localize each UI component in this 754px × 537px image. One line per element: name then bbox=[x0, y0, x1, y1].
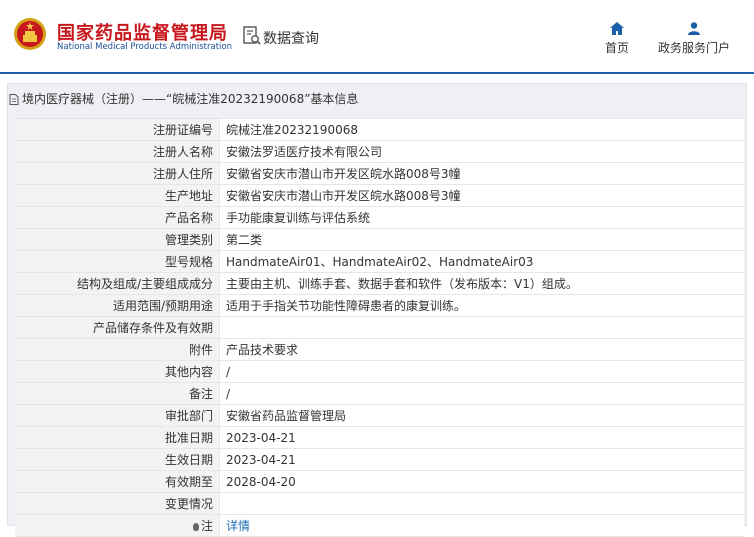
row-label: 型号规格 bbox=[15, 250, 220, 273]
row-value: 适用于手指关节功能性障碍患者的康复训练。 bbox=[219, 294, 744, 317]
nav-home-label: 首页 bbox=[605, 41, 630, 55]
row-label: 管理类别 bbox=[15, 228, 220, 251]
table-row: 有效期至 2028-04-20 bbox=[15, 470, 744, 493]
row-value: 安徽省安庆市潜山市开发区皖水路008号3幢 bbox=[219, 162, 744, 185]
row-value: 主要由主机、训练手套、数据手套和软件（发布版本：V1）组成。 bbox=[219, 272, 744, 295]
lightbulb-icon bbox=[192, 523, 199, 531]
table-row-note: 注详情 bbox=[15, 514, 744, 537]
row-value: 产品技术要求 bbox=[219, 338, 744, 361]
table-row: 批准日期 2023-04-21 bbox=[15, 426, 744, 449]
row-label: 生产地址 bbox=[15, 184, 220, 207]
table-row: 注册人名称 安徽法罗适医疗技术有限公司 bbox=[15, 140, 744, 163]
row-value: 手功能康复训练与评估系统 bbox=[219, 206, 744, 229]
nav-gov-service-portal[interactable]: 政务服务门户 bbox=[658, 22, 730, 56]
row-label: 产品名称 bbox=[15, 206, 220, 229]
nav-gov-service-label: 政务服务门户 bbox=[658, 41, 731, 55]
row-value: HandmateAir01、HandmateAir02、HandmateAir0… bbox=[219, 250, 744, 273]
note-label-cell: 注 bbox=[15, 514, 220, 537]
row-value: 安徽省安庆市潜山市开发区皖水路008号3幢 bbox=[219, 184, 744, 207]
row-value: 2023-04-21 bbox=[219, 426, 744, 449]
table-row: 型号规格 HandmateAir01、HandmateAir02、Handmate… bbox=[15, 250, 744, 273]
row-label: 注册证编号 bbox=[15, 118, 220, 141]
table-row: 审批部门 安徽省药品监督管理局 bbox=[15, 404, 744, 427]
table-row: 其他内容 / bbox=[15, 360, 744, 383]
nav-home[interactable]: 首页 bbox=[605, 22, 629, 56]
row-label: 生效日期 bbox=[15, 448, 220, 471]
document-icon bbox=[9, 94, 19, 105]
row-label: 批准日期 bbox=[15, 426, 220, 449]
row-label: 产品储存条件及有效期 bbox=[15, 316, 220, 339]
row-value: 第二类 bbox=[219, 228, 744, 251]
table-row: 产品名称 手功能康复训练与评估系统 bbox=[15, 206, 744, 229]
row-label: 结构及组成/主要组成成分 bbox=[15, 272, 220, 295]
row-label: 变更情况 bbox=[15, 492, 220, 515]
row-value: 皖械注准20232190068 bbox=[219, 118, 744, 141]
national-emblem-icon bbox=[14, 18, 46, 50]
row-label: 注册人名称 bbox=[15, 140, 220, 163]
table-row: 产品储存条件及有效期 bbox=[15, 316, 744, 339]
panel-title-text: 境内医疗器械（注册）——“皖械注准20232190068”基本信息 bbox=[22, 92, 359, 106]
row-label: 有效期至 bbox=[15, 470, 220, 493]
row-value bbox=[219, 492, 744, 515]
header-divider bbox=[0, 72, 754, 74]
data-search-icon[interactable] bbox=[243, 26, 261, 46]
basic-info-table: 注册证编号 皖械注准20232190068 注册人名称 安徽法罗适医疗技术有限公司 注册… bbox=[15, 118, 744, 537]
row-label: 附件 bbox=[15, 338, 220, 361]
table-row: 结构及组成/主要组成成分 主要由主机、训练手套、数据手套和软件（发布版本：V1）组… bbox=[15, 272, 744, 295]
site-header: 国家药品监督管理局 National Medical Products Admi… bbox=[0, 0, 754, 72]
note-label: 注 bbox=[200, 519, 213, 533]
table-row: 注册证编号 皖械注准20232190068 bbox=[15, 118, 744, 141]
row-value: / bbox=[219, 382, 744, 405]
row-label: 审批部门 bbox=[15, 404, 220, 427]
note-value-cell: 详情 bbox=[219, 514, 744, 537]
table-row: 生产地址 安徽省安庆市潜山市开发区皖水路008号3幢 bbox=[15, 184, 744, 207]
table-row: 适用范围/预期用途 适用于手指关节功能性障碍患者的康复训练。 bbox=[15, 294, 744, 317]
panel-title: 境内医疗器械（注册）——“皖械注准20232190068”基本信息 bbox=[9, 90, 358, 107]
row-value: 2028-04-20 bbox=[219, 470, 744, 493]
row-label: 备注 bbox=[15, 382, 220, 405]
row-value: 安徽法罗适医疗技术有限公司 bbox=[219, 140, 744, 163]
row-label: 注册人住所 bbox=[15, 162, 220, 185]
user-icon bbox=[688, 22, 700, 35]
row-value: / bbox=[219, 360, 744, 383]
table-row: 注册人住所 安徽省安庆市潜山市开发区皖水路008号3幢 bbox=[15, 162, 744, 185]
table-row: 管理类别 第二类 bbox=[15, 228, 744, 251]
row-value: 安徽省药品监督管理局 bbox=[219, 404, 744, 427]
site-logo-subtitle: National Medical Products Administration bbox=[57, 42, 232, 52]
table-row: 生效日期 2023-04-21 bbox=[15, 448, 744, 471]
home-icon bbox=[610, 22, 624, 35]
row-label: 其他内容 bbox=[15, 360, 220, 383]
row-value bbox=[219, 316, 744, 339]
table-row: 备注 / bbox=[15, 382, 744, 405]
row-label: 适用范围/预期用途 bbox=[15, 294, 220, 317]
row-value: 2023-04-21 bbox=[219, 448, 744, 471]
table-row: 变更情况 bbox=[15, 492, 744, 515]
table-row: 附件 产品技术要求 bbox=[15, 338, 744, 361]
data-search-link[interactable]: 数据查询 bbox=[263, 28, 319, 48]
details-link[interactable]: 详情 bbox=[226, 519, 250, 533]
